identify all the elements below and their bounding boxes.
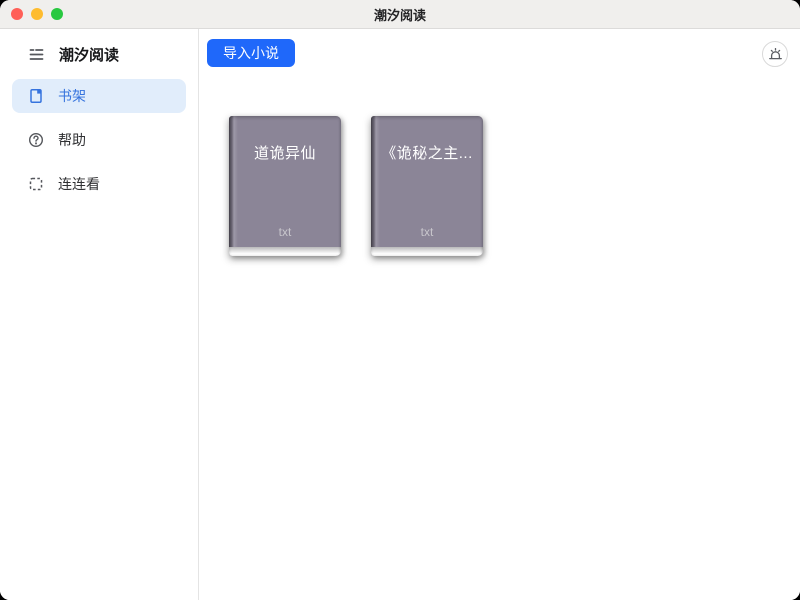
sidebar-item-label: 帮助	[58, 130, 86, 150]
book-format-label: txt	[371, 225, 483, 239]
book-title: 《诡秘之主...	[371, 142, 483, 163]
bookshelf-grid: 道诡异仙 txt 《诡秘之主... txt	[199, 67, 800, 256]
sidebar-item-lianliankan[interactable]: 连连看	[12, 167, 186, 201]
book-cover[interactable]: 《诡秘之主... txt	[371, 116, 483, 256]
dashed-square-icon	[28, 176, 44, 192]
book-pages-edge	[229, 247, 341, 256]
sidebar: 潮汐阅读 书架 帮	[0, 29, 199, 600]
book-cover[interactable]: 道诡异仙 txt	[229, 116, 341, 256]
window-title: 潮汐阅读	[374, 5, 426, 24]
sidebar-app-header: 潮汐阅读	[0, 39, 198, 69]
titlebar: 潮汐阅读	[0, 0, 800, 29]
traffic-lights	[11, 8, 63, 20]
sidebar-item-bookshelf[interactable]: 书架	[12, 79, 186, 113]
book-format-label: txt	[229, 225, 341, 239]
notebook-icon	[28, 88, 44, 104]
close-button[interactable]	[11, 8, 23, 20]
app-window: 潮汐阅读 潮汐阅读	[0, 0, 800, 600]
alarm-button[interactable]	[762, 41, 788, 67]
book-title: 道诡异仙	[229, 142, 341, 163]
sidebar-item-label: 书架	[58, 86, 86, 106]
sidebar-item-label: 连连看	[58, 174, 100, 194]
sidebar-app-title: 潮汐阅读	[59, 44, 119, 65]
main-content: 导入小说 道诡异仙 txt	[199, 29, 800, 600]
book-pages-edge	[371, 247, 483, 256]
import-novel-button[interactable]: 导入小说	[207, 39, 295, 67]
menu-fold-icon	[28, 46, 45, 63]
sidebar-item-help[interactable]: 帮助	[12, 123, 186, 157]
minimize-button[interactable]	[31, 8, 43, 20]
siren-icon	[768, 47, 783, 62]
question-circle-icon	[28, 132, 44, 148]
zoom-button[interactable]	[51, 8, 63, 20]
